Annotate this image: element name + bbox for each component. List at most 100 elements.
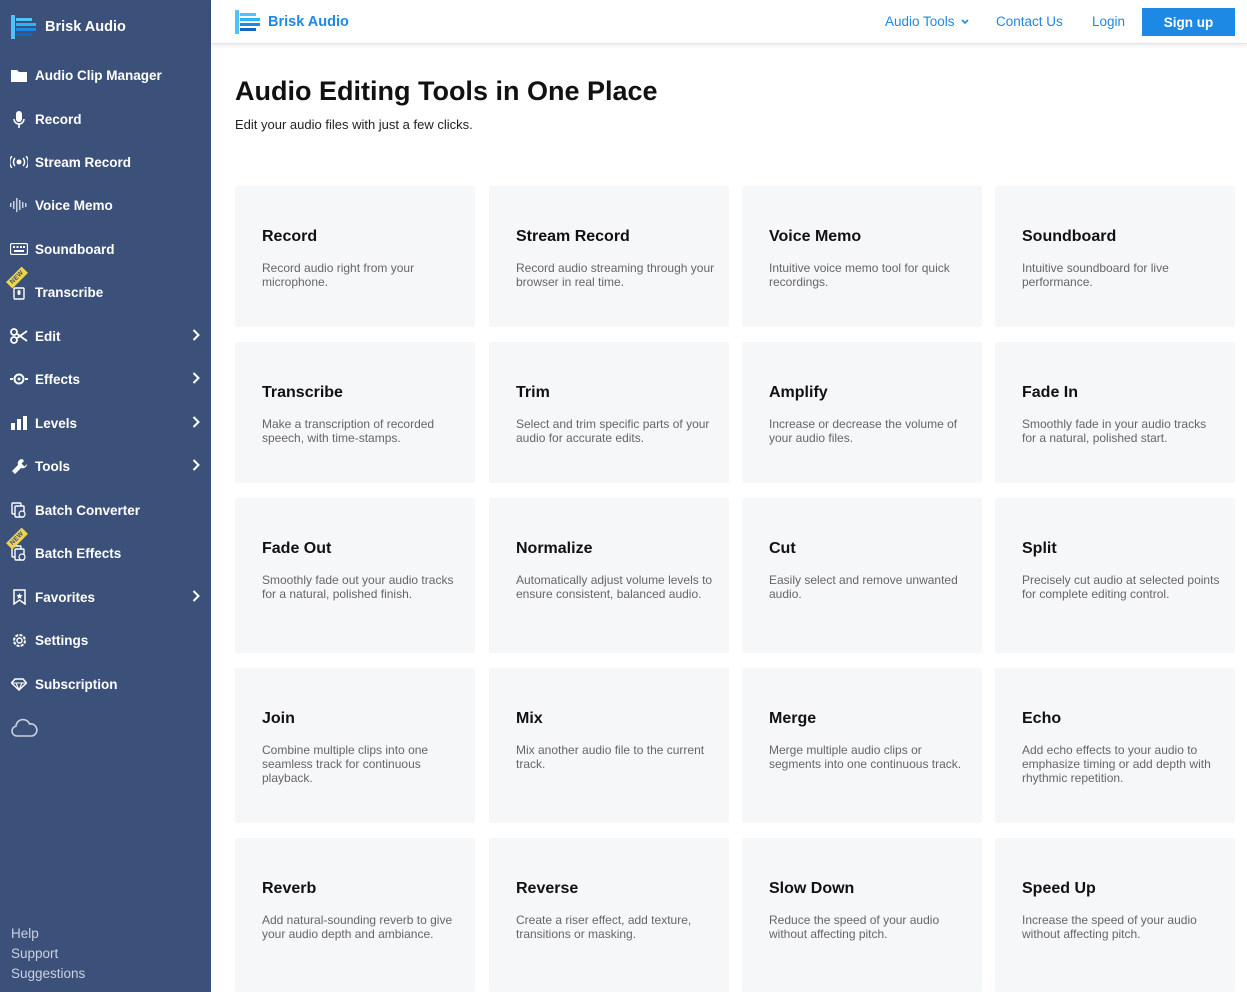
cloud-icon[interactable] xyxy=(10,718,38,743)
tool-card-reverb[interactable]: Reverb Add natural-sounding reverb to gi… xyxy=(235,838,475,992)
sidebar-item-label: Record xyxy=(35,111,82,127)
transcribe-icon: NEW xyxy=(6,266,29,301)
tool-card-record[interactable]: Record Record audio right from your micr… xyxy=(235,186,475,327)
wrench-icon xyxy=(10,457,28,475)
sidebar-brand: Brisk Audio xyxy=(45,19,126,35)
diamond-icon xyxy=(10,675,28,693)
tool-card-cut[interactable]: Cut Easily select and remove unwanted au… xyxy=(742,498,982,653)
sidebar-item-batch-effects[interactable]: NEW Batch Effects xyxy=(0,527,211,568)
sidebar-item-label: Subscription xyxy=(35,676,118,692)
tool-title: Mix xyxy=(516,710,543,727)
tool-description: Add echo effects to your audio to emphas… xyxy=(1022,743,1211,785)
tool-title: Slow Down xyxy=(769,880,855,897)
tool-card-fade-out[interactable]: Fade Out Smoothly fade out your audio tr… xyxy=(235,498,475,653)
tool-title: Reverb xyxy=(262,880,317,897)
tool-description: Record audio streaming through your brow… xyxy=(516,261,715,289)
navbar-logo[interactable]: Brisk Audio xyxy=(234,9,349,35)
tool-title: Amplify xyxy=(769,384,828,401)
tool-card-reverse[interactable]: Reverse Create a riser effect, add textu… xyxy=(489,838,729,992)
sidebar-item-label: Voice Memo xyxy=(35,197,113,213)
sidebar-item-label: Batch Converter xyxy=(35,502,141,518)
chevron-right-icon xyxy=(192,329,200,341)
sidebar-item-label: Batch Effects xyxy=(35,545,122,561)
tool-description: Intuitive soundboard for live performanc… xyxy=(1022,261,1169,289)
tool-description: Create a riser effect, add texture, tran… xyxy=(516,913,692,941)
sidebar-logo[interactable]: Brisk Audio xyxy=(10,13,126,41)
sidebar-item-tools[interactable]: Tools xyxy=(0,451,211,481)
effects-icon xyxy=(10,370,28,388)
waveform-icon xyxy=(10,196,28,214)
sidebar-item-effects[interactable]: Effects xyxy=(0,364,211,394)
tool-description: Record audio right from your microphone. xyxy=(262,261,415,289)
tool-description: Automatically adjust volume levels to en… xyxy=(516,573,713,601)
tool-title: Transcribe xyxy=(262,384,343,401)
sidebar-item-transcribe[interactable]: NEW Transcribe xyxy=(0,266,211,307)
sidebar-item-subscription[interactable]: Subscription xyxy=(0,669,211,699)
tool-title: Echo xyxy=(1022,710,1062,727)
tool-card-soundboard[interactable]: Soundboard Intuitive soundboard for live… xyxy=(995,186,1235,327)
sidebar-item-settings[interactable]: Settings xyxy=(0,625,211,655)
help-link[interactable]: Help xyxy=(11,926,39,941)
suggestions-link[interactable]: Suggestions xyxy=(11,966,85,981)
tool-title: Trim xyxy=(516,384,550,401)
tool-card-mix[interactable]: Mix Mix another audio file to the curren… xyxy=(489,668,729,823)
audio-tools-label: Audio Tools xyxy=(885,14,955,29)
tool-card-split[interactable]: Split Precisely cut audio at selected po… xyxy=(995,498,1235,653)
tool-description: Add natural-sounding reverb to give your… xyxy=(262,913,453,941)
sidebar-item-soundboard[interactable]: Soundboard xyxy=(0,234,211,264)
tool-card-amplify[interactable]: Amplify Increase or decrease the volume … xyxy=(742,342,982,483)
tool-title: Join xyxy=(262,710,295,727)
tool-description: Make a transcription of recorded speech,… xyxy=(262,417,435,445)
tool-title: Fade In xyxy=(1022,384,1079,401)
tool-card-merge[interactable]: Merge Merge multiple audio clips or segm… xyxy=(742,668,982,823)
brisk-audio-logo-icon xyxy=(11,15,36,39)
chevron-right-icon xyxy=(192,459,200,471)
sidebar-item-batch-converter[interactable]: Batch Converter xyxy=(0,495,211,525)
page-subtitle: Edit your audio files with just a few cl… xyxy=(235,117,473,132)
tool-card-join[interactable]: Join Combine multiple clips into one sea… xyxy=(235,668,475,823)
tool-card-normalize[interactable]: Normalize Automatically adjust volume le… xyxy=(489,498,729,653)
keyboard-icon xyxy=(10,240,28,258)
sidebar-item-favorites[interactable]: Favorites xyxy=(0,582,211,612)
tool-title: Soundboard xyxy=(1022,228,1117,245)
tool-card-stream-record[interactable]: Stream Record Record audio streaming thr… xyxy=(489,186,729,327)
tool-card-trim[interactable]: Trim Select and trim specific parts of y… xyxy=(489,342,729,483)
scissors-icon xyxy=(10,327,28,345)
tool-card-speed-up[interactable]: Speed Up Increase the speed of your audi… xyxy=(995,838,1235,992)
top-navbar: Brisk Audio Audio Tools Contact Us Login… xyxy=(211,0,1247,44)
sidebar-item-stream-record[interactable]: Stream Record xyxy=(0,147,211,177)
tool-card-fade-in[interactable]: Fade In Smoothly fade in your audio trac… xyxy=(995,342,1235,483)
sidebar-item-label: Levels xyxy=(35,415,78,431)
tool-title: Speed Up xyxy=(1022,880,1096,897)
bar-chart-icon xyxy=(10,414,28,432)
tool-description: Combine multiple clips into one seamless… xyxy=(262,743,429,785)
tool-description: Precisely cut audio at selected points f… xyxy=(1022,573,1220,601)
sidebar-item-label: Favorites xyxy=(35,589,96,605)
support-link[interactable]: Support xyxy=(11,946,58,961)
sidebar-item-record[interactable]: Record xyxy=(0,104,211,134)
tool-description: Intuitive voice memo tool for quick reco… xyxy=(769,261,950,289)
tool-title: Stream Record xyxy=(516,228,630,245)
signup-button[interactable]: Sign up xyxy=(1142,8,1235,36)
caret-down-icon xyxy=(961,19,969,25)
batch-converter-icon xyxy=(10,501,28,519)
contact-us-link[interactable]: Contact Us xyxy=(996,14,1063,29)
tool-title: Voice Memo xyxy=(769,228,862,245)
sidebar-item-edit[interactable]: Edit xyxy=(0,321,211,351)
tool-card-voice-memo[interactable]: Voice Memo Intuitive voice memo tool for… xyxy=(742,186,982,327)
tool-card-echo[interactable]: Echo Add echo effects to your audio to e… xyxy=(995,668,1235,823)
sidebar-item-label: Soundboard xyxy=(35,241,115,257)
login-link[interactable]: Login xyxy=(1092,14,1125,29)
sidebar: Brisk Audio Audio Clip Manager Record St… xyxy=(0,0,211,992)
audio-tools-dropdown[interactable]: Audio Tools xyxy=(885,14,969,29)
tool-title: Normalize xyxy=(516,540,593,557)
tool-description: Select and trim specific parts of your a… xyxy=(516,417,710,445)
sidebar-item-audio-clip-manager[interactable]: Audio Clip Manager xyxy=(0,60,211,90)
chevron-right-icon xyxy=(192,590,200,602)
sidebar-item-voice-memo[interactable]: Voice Memo xyxy=(0,190,211,220)
tool-title: Record xyxy=(262,228,318,245)
tool-description: Merge multiple audio clips or segments i… xyxy=(769,743,962,771)
tool-card-slow-down[interactable]: Slow Down Reduce the speed of your audio… xyxy=(742,838,982,992)
tool-card-transcribe[interactable]: Transcribe Make a transcription of recor… xyxy=(235,342,475,483)
sidebar-item-levels[interactable]: Levels xyxy=(0,408,211,438)
